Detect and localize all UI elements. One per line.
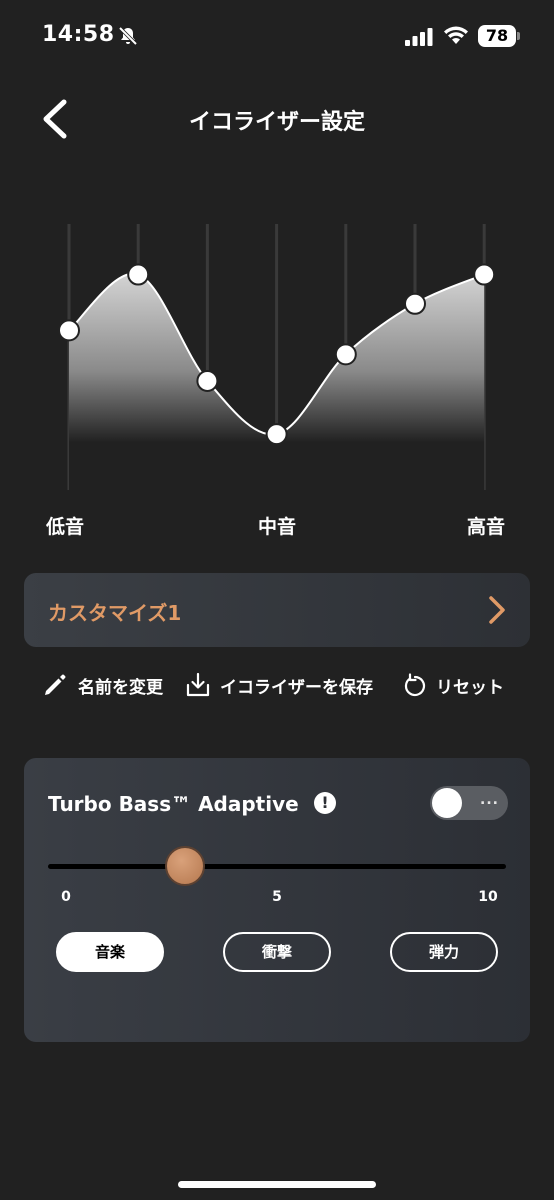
turbo-bass-card: Turbo Bass™ Adaptive ! ... 0 5 10 音楽 衝撃 … bbox=[24, 758, 530, 1042]
eq-band-handle[interactable] bbox=[127, 263, 150, 286]
eq-band-handle[interactable] bbox=[196, 369, 219, 392]
eq-band-handle[interactable] bbox=[334, 343, 357, 366]
reset-button[interactable]: リセット bbox=[402, 670, 504, 700]
preset-selector[interactable]: カスタマイズ1 bbox=[24, 573, 530, 647]
status-bar: 14:58 78 bbox=[0, 0, 554, 76]
eq-band-handle[interactable] bbox=[473, 263, 496, 286]
battery-indicator: 78 bbox=[478, 25, 516, 47]
reset-icon bbox=[404, 673, 426, 697]
info-icon[interactable]: ! bbox=[314, 792, 336, 814]
status-time: 14:58 bbox=[42, 22, 115, 47]
toggle-dots: ... bbox=[480, 792, 499, 808]
rename-label: 名前を変更 bbox=[78, 677, 163, 698]
slider-tick-max: 10 bbox=[478, 889, 498, 905]
pencil-icon bbox=[45, 674, 66, 695]
eq-band-handle[interactable] bbox=[265, 423, 288, 446]
eq-label-mid: 中音 bbox=[258, 516, 297, 538]
page-title: イコライザー設定 bbox=[188, 110, 365, 135]
eq-label-high: 高音 bbox=[467, 516, 506, 538]
mode-impact-button[interactable]: 衝撃 bbox=[223, 932, 331, 972]
wifi-icon bbox=[444, 26, 468, 44]
turbo-bass-slider-thumb[interactable] bbox=[165, 846, 206, 886]
save-equalizer-label: イコライザーを保存 bbox=[220, 677, 373, 698]
home-indicator bbox=[178, 1181, 376, 1188]
eq-band-handle[interactable] bbox=[404, 292, 426, 315]
reset-label: リセット bbox=[436, 677, 504, 698]
chevron-right-icon bbox=[489, 596, 505, 624]
bell-muted-icon bbox=[118, 26, 138, 46]
slider-tick-min: 0 bbox=[61, 889, 71, 905]
equalizer-graph[interactable] bbox=[0, 200, 554, 510]
turbo-bass-slider-track[interactable] bbox=[48, 864, 506, 869]
mode-elastic-button[interactable]: 弾力 bbox=[390, 932, 498, 972]
download-icon bbox=[186, 672, 210, 697]
battery-tip bbox=[517, 32, 520, 40]
save-equalizer-button[interactable]: イコライザーを保存 bbox=[186, 670, 373, 700]
cellular-signal-icon bbox=[405, 28, 433, 46]
toggle-knob bbox=[432, 788, 462, 818]
turbo-bass-title: Turbo Bass™ Adaptive bbox=[48, 792, 299, 816]
rename-button[interactable]: 名前を変更 bbox=[42, 670, 163, 700]
slider-tick-mid: 5 bbox=[272, 889, 282, 905]
turbo-bass-toggle[interactable]: ... bbox=[430, 786, 508, 820]
mode-music-button[interactable]: 音楽 bbox=[56, 932, 164, 972]
eq-label-low: 低音 bbox=[46, 516, 85, 538]
preset-name: カスタマイズ1 bbox=[48, 601, 182, 625]
eq-band-handle[interactable] bbox=[58, 319, 80, 342]
